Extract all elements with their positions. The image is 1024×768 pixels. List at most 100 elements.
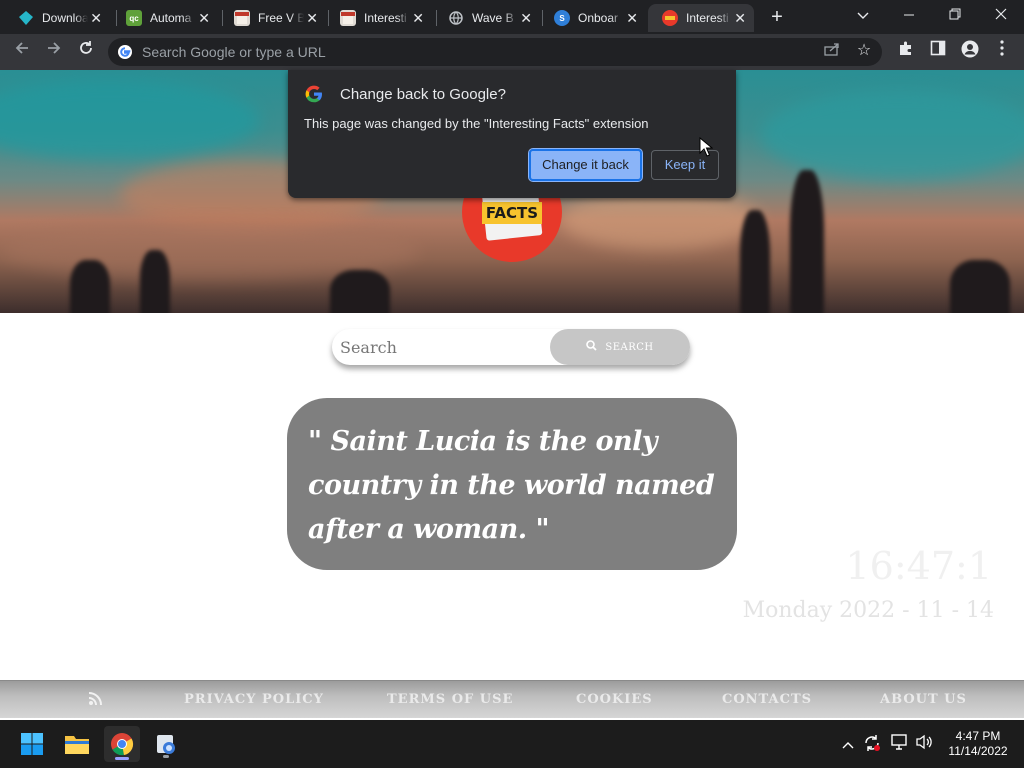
automa-icon: qc xyxy=(126,10,142,26)
windows-logo-icon xyxy=(21,733,43,755)
store-icon xyxy=(234,10,250,26)
close-icon[interactable]: ✕ xyxy=(520,10,532,26)
reload-button[interactable] xyxy=(74,40,98,64)
extensions-button[interactable] xyxy=(894,40,918,64)
snipping-tool-button[interactable] xyxy=(150,728,182,760)
s-logo-icon: S xyxy=(554,10,570,26)
taskbar-date: 11/14/2022 xyxy=(948,744,1008,758)
tab-strip: Download ✕ qc Automa ✕ Free V B ✕ Intere… xyxy=(0,0,1024,34)
file-explorer-button[interactable] xyxy=(61,728,93,760)
footer-link-about-us[interactable]: ABOUT US xyxy=(880,692,967,707)
profile-icon xyxy=(961,40,979,58)
share-icon xyxy=(824,43,839,56)
side-panel-button[interactable] xyxy=(926,40,950,64)
cloud-shape xyxy=(760,90,1024,180)
taskbar-clock[interactable]: 4:47 PM 11/14/2022 xyxy=(946,729,1010,759)
restore-icon xyxy=(949,8,961,20)
tab-title: Interesti xyxy=(364,11,407,25)
sync-status-button[interactable] xyxy=(862,734,882,754)
back-button[interactable] xyxy=(10,40,34,64)
arrow-right-icon xyxy=(48,42,61,54)
cloud-shape xyxy=(0,80,260,160)
mouse-cursor-icon xyxy=(699,137,713,157)
kebab-menu-icon xyxy=(1000,40,1004,56)
tray-overflow-button[interactable] xyxy=(838,734,858,754)
plant-silhouette xyxy=(950,260,1010,313)
close-icon[interactable]: ✕ xyxy=(734,10,746,26)
chrome-icon xyxy=(111,733,134,756)
search-button[interactable]: SEARCH xyxy=(550,329,690,365)
forward-button[interactable] xyxy=(42,40,66,64)
tab-title: Onboar xyxy=(578,11,619,25)
close-icon[interactable]: ✕ xyxy=(306,10,318,26)
clock-date: Monday 2022 - 11 - 14 xyxy=(742,598,994,623)
close-icon xyxy=(995,8,1007,20)
tab-free-v-b[interactable]: Free V B ✕ xyxy=(220,4,326,32)
arrow-left-icon xyxy=(15,42,28,54)
plant-silhouette xyxy=(140,250,170,313)
dialog-message: This page was changed by the "Interestin… xyxy=(304,116,649,131)
restore-button[interactable] xyxy=(932,0,978,32)
chrome-taskbar-button[interactable] xyxy=(104,726,140,762)
tab-search-button[interactable] xyxy=(840,0,886,32)
tab-wave-b[interactable]: Wave B ✕ xyxy=(434,4,540,32)
taskbar-time: 4:47 PM xyxy=(955,729,1001,743)
tab-title: Free V B xyxy=(258,11,304,25)
footer-link-privacy-policy[interactable]: PRIVACY POLICY xyxy=(184,692,324,707)
browser-toolbar: ☆ xyxy=(0,34,1024,70)
minimize-icon xyxy=(904,14,914,16)
logo-label: FACTS xyxy=(482,202,542,224)
facts-icon xyxy=(662,10,678,26)
change-search-dialog: Change back to Google? This page was cha… xyxy=(288,70,736,198)
minimize-button[interactable] xyxy=(886,0,932,32)
globe-icon xyxy=(448,10,464,26)
reload-icon xyxy=(80,41,92,54)
plant-silhouette xyxy=(330,270,390,313)
search-icon xyxy=(586,340,597,354)
chevron-down-icon xyxy=(857,12,869,19)
search-input[interactable] xyxy=(340,335,545,359)
close-icon[interactable]: ✕ xyxy=(90,10,102,26)
bookmark-star-icon[interactable]: ☆ xyxy=(854,41,874,61)
dialog-title: Change back to Google? xyxy=(340,86,506,103)
new-tab-button[interactable]: + xyxy=(766,6,788,28)
profile-button[interactable] xyxy=(958,40,982,64)
google-logo-icon xyxy=(305,85,322,103)
menu-button[interactable] xyxy=(990,40,1014,64)
fact-card: " Saint Lucia is the only country in the… xyxy=(287,398,737,570)
close-icon[interactable]: ✕ xyxy=(198,10,210,26)
plant-silhouette xyxy=(790,170,824,313)
start-button[interactable] xyxy=(16,728,48,760)
tab-onboard[interactable]: S Onboar ✕ xyxy=(540,4,646,32)
tab-title: Automa xyxy=(150,11,192,25)
snipping-tool-icon xyxy=(157,735,175,754)
close-window-button[interactable] xyxy=(978,0,1024,32)
tab-title: Interesti xyxy=(686,11,729,25)
cloud-shape xyxy=(560,190,760,250)
change-it-back-button[interactable]: Change it back xyxy=(528,148,643,182)
close-icon[interactable]: ✕ xyxy=(412,10,424,26)
omnibox-input[interactable] xyxy=(142,42,802,62)
rss-icon[interactable] xyxy=(88,692,104,708)
network-icon xyxy=(891,734,907,750)
footer-link-cookies[interactable]: COOKIES xyxy=(576,692,653,707)
folder-icon xyxy=(65,736,89,754)
footer-link-contacts[interactable]: CONTACTS xyxy=(722,692,812,707)
tab-title: Wave B xyxy=(472,11,514,25)
close-icon[interactable]: ✕ xyxy=(626,10,638,26)
tab-download[interactable]: Download ✕ xyxy=(4,4,110,32)
share-button[interactable] xyxy=(822,42,842,62)
clock-time: 16:47:1 xyxy=(845,544,993,588)
fact-text: " Saint Lucia is the only country in the… xyxy=(308,426,715,545)
speaker-icon xyxy=(916,734,932,750)
volume-button[interactable] xyxy=(914,734,934,754)
tab-interesting-active[interactable]: Interesti ✕ xyxy=(648,4,754,32)
open-app-indicator xyxy=(163,755,169,758)
store-icon xyxy=(340,10,356,26)
tab-automa[interactable]: qc Automa ✕ xyxy=(112,4,218,32)
omnibox[interactable]: ☆ xyxy=(108,38,882,66)
footer-link-terms-of-use[interactable]: TERMS OF USE xyxy=(387,692,513,707)
network-button[interactable] xyxy=(890,734,910,754)
google-icon xyxy=(118,45,132,59)
tab-interesting-1[interactable]: Interesti ✕ xyxy=(326,4,432,32)
